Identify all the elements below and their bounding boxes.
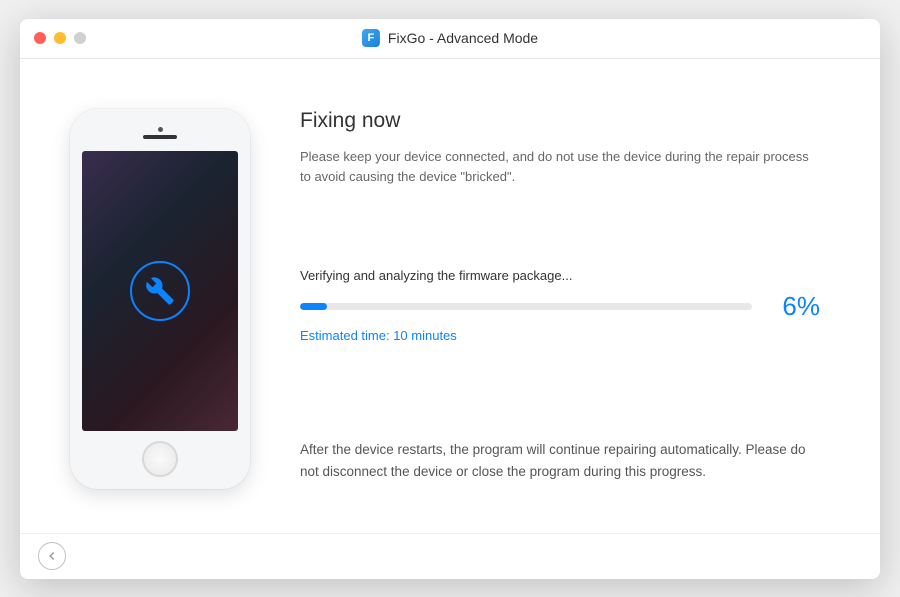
status-text: Verifying and analyzing the firmware pac…: [300, 268, 820, 283]
app-window: F FixGo - Advanced Mode Fixing now: [20, 19, 880, 579]
close-window-button[interactable]: [34, 32, 46, 44]
progress-fill: [300, 303, 327, 310]
device-illustration-column: [60, 109, 260, 513]
progress-bar: [300, 303, 752, 310]
content-area: Fixing now Please keep your device conne…: [20, 59, 880, 533]
page-title: Fixing now: [300, 109, 820, 133]
zoom-window-button[interactable]: [74, 32, 86, 44]
traffic-lights: [34, 32, 86, 44]
arrow-left-icon: [45, 549, 59, 563]
wrench-icon: [130, 261, 190, 321]
progress-percent: 6%: [770, 291, 820, 322]
footer-bar: [20, 533, 880, 579]
window-title: FixGo - Advanced Mode: [388, 30, 538, 46]
app-icon-letter: F: [368, 32, 375, 44]
description-text: Please keep your device connected, and d…: [300, 147, 820, 189]
estimated-time: Estimated time: 10 minutes: [300, 328, 820, 343]
app-icon: F: [362, 29, 380, 47]
title-center: F FixGo - Advanced Mode: [362, 29, 538, 47]
titlebar: F FixGo - Advanced Mode: [20, 19, 880, 59]
speaker-slot-icon: [143, 135, 177, 139]
phone-top: [82, 121, 238, 145]
home-button-icon: [142, 441, 178, 477]
camera-dot-icon: [158, 127, 163, 132]
main-column: Fixing now Please keep your device conne…: [300, 109, 840, 513]
phone-screen: [82, 151, 238, 431]
footer-note: After the device restarts, the program w…: [300, 439, 820, 512]
progress-row: 6%: [300, 291, 820, 322]
minimize-window-button[interactable]: [54, 32, 66, 44]
phone-illustration: [70, 109, 250, 489]
back-button[interactable]: [38, 542, 66, 570]
